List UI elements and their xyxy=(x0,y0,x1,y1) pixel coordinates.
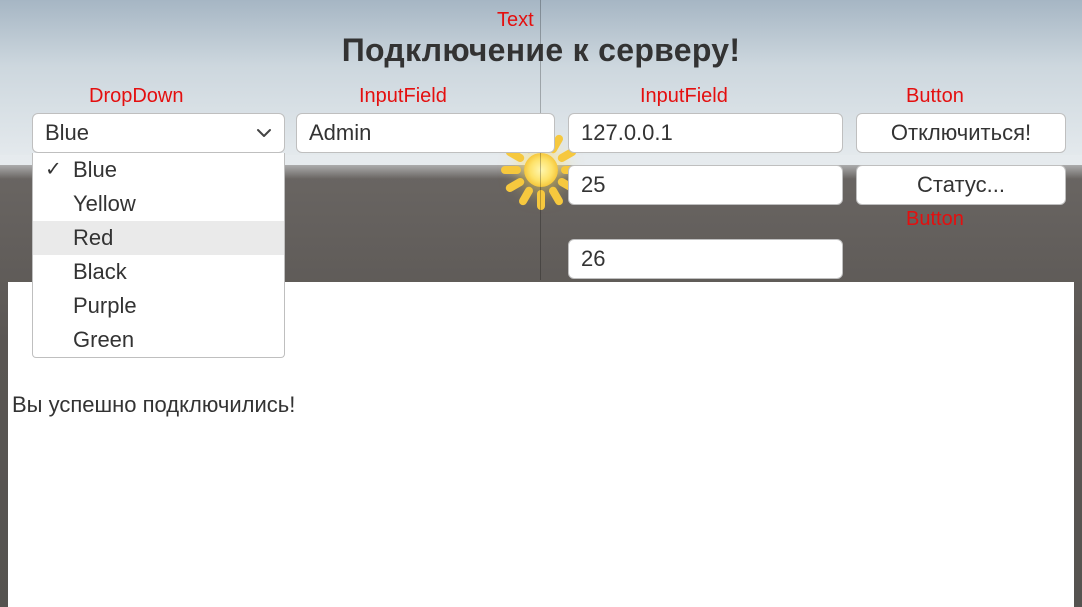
ip-input[interactable] xyxy=(568,113,843,153)
color-dropdown-option-label: Red xyxy=(73,225,113,251)
name-input[interactable] xyxy=(296,113,555,153)
color-dropdown-option-label: Black xyxy=(73,259,127,285)
port1-input[interactable] xyxy=(568,165,843,205)
color-dropdown-list[interactable]: ✓ Blue Yellow Red Black Purple Green xyxy=(32,153,285,358)
color-dropdown-option[interactable]: Purple xyxy=(33,289,284,323)
color-dropdown-option[interactable]: Yellow xyxy=(33,187,284,221)
color-dropdown-option-label: Yellow xyxy=(73,191,136,217)
port2-input[interactable] xyxy=(568,239,843,279)
check-icon: ✓ xyxy=(45,156,62,181)
status-button-label: Статус... xyxy=(917,172,1005,198)
status-button[interactable]: Статус... xyxy=(856,165,1066,205)
log-output-text: Вы успешно подключились! xyxy=(12,392,295,418)
disconnect-button[interactable]: Отключиться! xyxy=(856,113,1066,153)
disconnect-button-label: Отключиться! xyxy=(891,120,1031,146)
color-dropdown-option[interactable]: ✓ Blue xyxy=(33,153,284,187)
color-dropdown-option-label: Purple xyxy=(73,293,137,319)
color-dropdown-option-label: Blue xyxy=(73,157,117,183)
color-dropdown-option[interactable]: Green xyxy=(33,323,284,357)
color-dropdown-value: Blue xyxy=(45,120,89,146)
color-dropdown-option-label: Green xyxy=(73,327,134,353)
color-dropdown-option[interactable]: Red xyxy=(33,221,284,255)
color-dropdown[interactable]: Blue xyxy=(32,113,285,153)
page-title: Подключение к серверу! xyxy=(0,32,1082,69)
chevron-down-icon xyxy=(254,123,274,143)
color-dropdown-option[interactable]: Black xyxy=(33,255,284,289)
